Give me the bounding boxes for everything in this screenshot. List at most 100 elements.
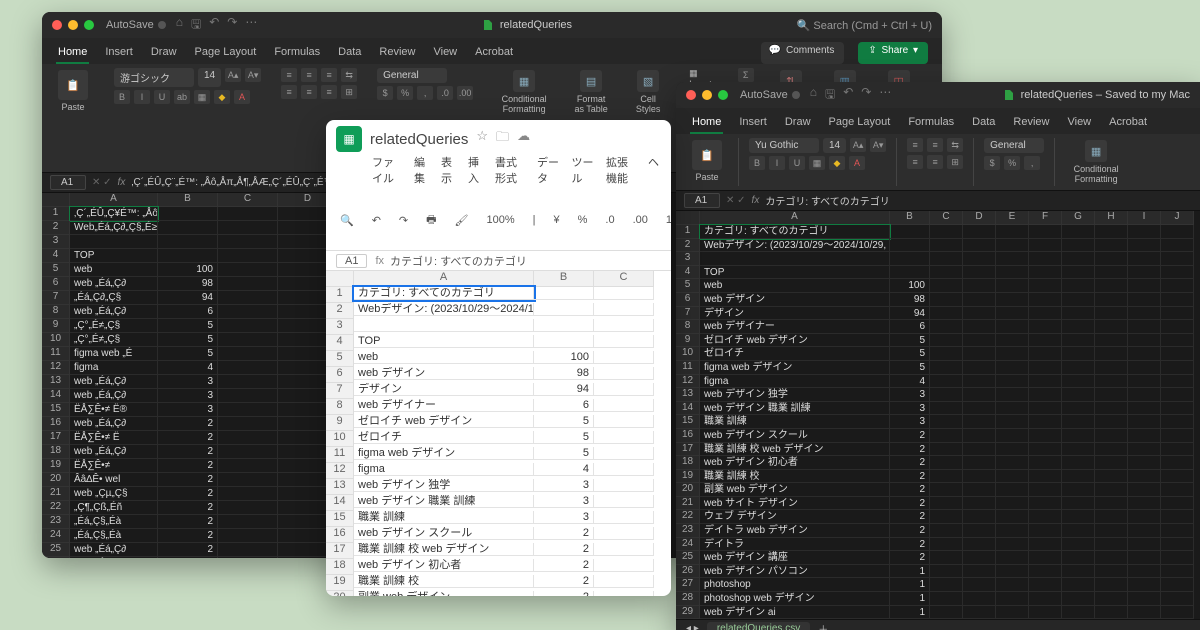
cell[interactable]: 2 — [890, 538, 930, 552]
cell[interactable]: web デザイン 初心者 — [700, 456, 890, 470]
cell[interactable]: 1 — [890, 565, 930, 579]
autosave-label[interactable]: AutoSave — [106, 19, 154, 31]
cell[interactable]: ËÅ∑Ê•≠ Ë® — [70, 403, 158, 417]
cell[interactable]: web デザイン パソコン — [700, 565, 890, 579]
cell[interactable]: web — [700, 279, 890, 293]
cell[interactable] — [158, 207, 218, 221]
cell[interactable]: 100 — [890, 279, 930, 293]
name-box[interactable]: A1 — [684, 193, 720, 208]
cell[interactable]: 職業 訓練 — [354, 511, 534, 524]
conditional-formatting-icon[interactable]: ▦ — [513, 70, 535, 92]
cell[interactable]: ËÅ∑Ê•≠ — [70, 459, 158, 473]
star-icon[interactable]: ☆ — [476, 128, 488, 150]
quick-access-toolbar[interactable]: ⌂🖫↶↷⋯ — [176, 15, 258, 36]
autosave-toggle-icon[interactable] — [792, 91, 800, 99]
cell[interactable]: カテゴリ: すべてのカテゴリ — [700, 225, 890, 239]
underline-button[interactable]: U — [154, 90, 170, 104]
cell[interactable] — [890, 239, 930, 253]
cell[interactable]: 2 — [890, 551, 930, 565]
cell[interactable]: Webデザイン: (2023/10/29〜2024/10/29, 日本) — [700, 239, 890, 253]
tab-acrobat[interactable]: Acrobat — [473, 42, 515, 64]
search-box[interactable]: 🔍 Search (Cmd + Ctrl + U) — [797, 19, 932, 32]
traffic-lights[interactable] — [686, 90, 728, 100]
cell[interactable]: 2 — [158, 473, 218, 487]
cell[interactable]: 2 — [534, 559, 594, 572]
cell[interactable]: 2 — [534, 543, 594, 556]
cell[interactable]: 4 — [890, 375, 930, 389]
cell[interactable]: 2 — [158, 417, 218, 431]
cell[interactable]: web デザイナー — [700, 320, 890, 334]
cell[interactable]: 2 — [158, 543, 218, 557]
cell[interactable]: 2 — [158, 501, 218, 515]
cell[interactable]: TOP — [70, 249, 158, 263]
tab-view[interactable]: View — [431, 42, 459, 64]
menu-bar[interactable]: ファイル 編集 表示 挿入 書式形式 データ ツール 拡張機能 ヘ — [326, 154, 671, 190]
cell[interactable]: web デザイン 独学 — [700, 388, 890, 402]
cell[interactable]: „Éá„Ç§„Éà — [70, 529, 158, 543]
cell[interactable]: 2 — [158, 529, 218, 543]
cell[interactable]: web „Éá„Ç∂ — [70, 445, 158, 459]
cell[interactable]: 94 — [534, 383, 594, 396]
name-box[interactable]: A1 — [336, 254, 367, 268]
add-sheet-button[interactable]: ＋ — [818, 621, 828, 630]
cell[interactable]: „Ç¶„Çß„Éñ — [70, 501, 158, 515]
cell[interactable]: web — [354, 351, 534, 364]
quick-access-toolbar[interactable]: ⌂🖫↶↷⋯ — [810, 85, 892, 106]
cell[interactable]: ËÅ∑Ê•≠ Ë — [70, 431, 158, 445]
cell[interactable]: web デザイン スクール — [700, 429, 890, 443]
cell[interactable] — [700, 252, 890, 266]
cell[interactable]: web „Éá„Ç∂ — [70, 389, 158, 403]
cell[interactable]: TOP — [700, 266, 890, 280]
cell[interactable]: 職業 訓練 校 web デザイン — [700, 443, 890, 457]
cell[interactable]: photoshop — [700, 578, 890, 592]
conditional-formatting-icon[interactable]: ▦ — [1085, 140, 1107, 162]
cell[interactable]: ウェブ デザイン — [700, 510, 890, 524]
cell[interactable]: 3 — [158, 375, 218, 389]
cell[interactable] — [70, 235, 158, 249]
cell[interactable]: 5 — [890, 347, 930, 361]
cell[interactable] — [158, 249, 218, 263]
cell[interactable]: web デザイン 独学 — [354, 479, 534, 492]
tab-home[interactable]: Home — [690, 112, 723, 134]
cell[interactable]: web — [70, 263, 158, 277]
paste-group[interactable]: 📋Paste — [686, 138, 728, 184]
cell[interactable]: ゼロイチ — [700, 347, 890, 361]
zoom[interactable]: 100% — [483, 212, 519, 228]
toolbar[interactable]: 🔍 ↶ ↷ 🖶 🖌 100% | ¥%.0.00123 デフォ... — [326, 190, 671, 251]
cell[interactable]: „Ç°„É≠„Ç§ — [70, 319, 158, 333]
paste-group[interactable]: 📋Paste — [52, 68, 94, 114]
cell[interactable]: 3 — [890, 415, 930, 429]
border-icon[interactable]: ▦ — [194, 90, 210, 104]
cell[interactable]: web „Éá„Ç∂ — [70, 277, 158, 291]
cell-styles-icon[interactable]: ▧ — [637, 70, 659, 92]
font-name[interactable]: Yu Gothic — [749, 138, 819, 153]
bold-button[interactable]: B — [114, 90, 130, 104]
cell[interactable]: ゼロイチ web デザイン — [700, 334, 890, 348]
cell[interactable]: 3 — [158, 389, 218, 403]
cell[interactable]: web „Éá„Ç∂ — [70, 305, 158, 319]
cell[interactable]: 2 — [534, 575, 594, 588]
cell[interactable]: 1 — [158, 557, 218, 558]
cell[interactable]: 100 — [534, 351, 594, 364]
cell[interactable]: 1 — [890, 592, 930, 606]
cell[interactable]: web デザイン — [354, 367, 534, 380]
cell[interactable]: 3 — [534, 511, 594, 524]
cell[interactable] — [158, 221, 218, 235]
cell[interactable]: web デザイン 初心者 — [354, 559, 534, 572]
font-color-icon[interactable]: A — [234, 90, 250, 104]
cell[interactable]: 1 — [890, 606, 930, 620]
cell[interactable]: カテゴリ: すべてのカテゴリ — [354, 287, 534, 300]
formula-bar[interactable]: カテゴリ: すべてのカテゴリ — [390, 253, 527, 269]
cell[interactable]: 2 — [890, 456, 930, 470]
font-size[interactable]: 14 — [198, 68, 221, 87]
cell[interactable]: デイトラ — [700, 538, 890, 552]
cell[interactable]: web デザイン 講座 — [700, 551, 890, 565]
cell[interactable]: 5 — [534, 415, 594, 428]
cell[interactable] — [534, 319, 594, 332]
tab-pagelayout[interactable]: Page Layout — [193, 42, 259, 64]
cell[interactable]: photoshop web デザイン — [700, 592, 890, 606]
doc-title[interactable]: relatedQueries — [370, 131, 468, 148]
paint-format-icon[interactable]: 🖌 — [451, 212, 473, 229]
print-icon[interactable]: 🖶 — [422, 209, 440, 232]
undo-icon[interactable]: ↶ — [368, 212, 385, 229]
